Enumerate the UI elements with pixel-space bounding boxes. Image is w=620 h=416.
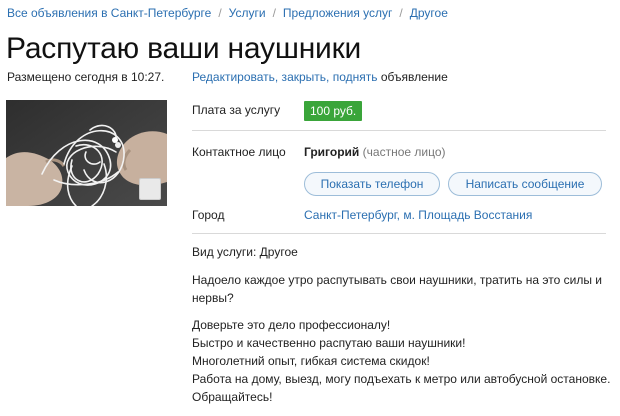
description-line: нервы? [192,291,234,305]
city-value: Санкт-Петербург, м. Площадь Восстания [304,208,532,222]
breadcrumb-separator: / [218,6,222,20]
city-label: Город [192,208,225,222]
breadcrumb-other[interactable]: Другое [410,6,448,20]
description-line: Доверьте это дело профессионалу! [192,318,391,332]
write-message-button[interactable]: Написать сообщение [448,172,602,196]
page-title: Распутаю ваши наушники [6,32,362,65]
description-paragraph-2: Доверьте это дело профессионалу! Быстро … [192,316,610,406]
breadcrumb-separator: / [272,6,276,20]
edit-close-raise-link[interactable]: Редактировать, закрыть, поднять [192,70,377,84]
description-line: Обращайтесь! [192,390,273,404]
breadcrumb-all-ads[interactable]: Все объявления в Санкт-Петербурге [7,6,211,20]
price-value: 100 руб. [304,101,363,121]
breadcrumb-service-offers[interactable]: Предложения услуг [283,6,393,20]
city-link[interactable]: Санкт-Петербург, м. Площадь Восстания [304,208,532,222]
divider [192,130,606,131]
breadcrumb: Все объявления в Санкт-Петербурге / Услуги… [7,6,448,20]
price-label: Плата за услугу [192,103,281,117]
description-line: Работа на дому, выезд, могу подъехать к … [192,372,611,386]
contact-type: (частное лицо) [362,145,446,159]
contact-label: Контактное лицо [192,145,286,159]
show-phone-button[interactable]: Показать телефон [304,172,440,196]
breadcrumb-separator: / [399,6,403,20]
service-type: Вид услуги: Другое [192,245,298,259]
posted-date: Размещено сегодня в 10:27. [7,70,165,84]
description-line: Многолетний опыт, гибкая система скидок! [192,354,430,368]
description-line: Быстро и качественно распутаю ваши наушн… [192,336,466,350]
gallery-icon[interactable] [139,178,161,200]
description-line: Надоело каждое утро распутывать свои нау… [192,273,602,287]
description-paragraph-1: Надоело каждое утро распутывать свои нау… [192,271,602,307]
divider [192,233,606,234]
contact-name: Григорий [304,145,360,159]
contact-value: Григорий (частное лицо) [304,145,446,159]
breadcrumb-services[interactable]: Услуги [229,6,266,20]
listing-actions: Редактировать, закрыть, поднять объявлен… [192,70,448,84]
listing-photo[interactable] [6,100,167,206]
price-value-badge: 100 руб. [304,101,363,121]
listing-actions-suffix: объявление [380,70,448,84]
